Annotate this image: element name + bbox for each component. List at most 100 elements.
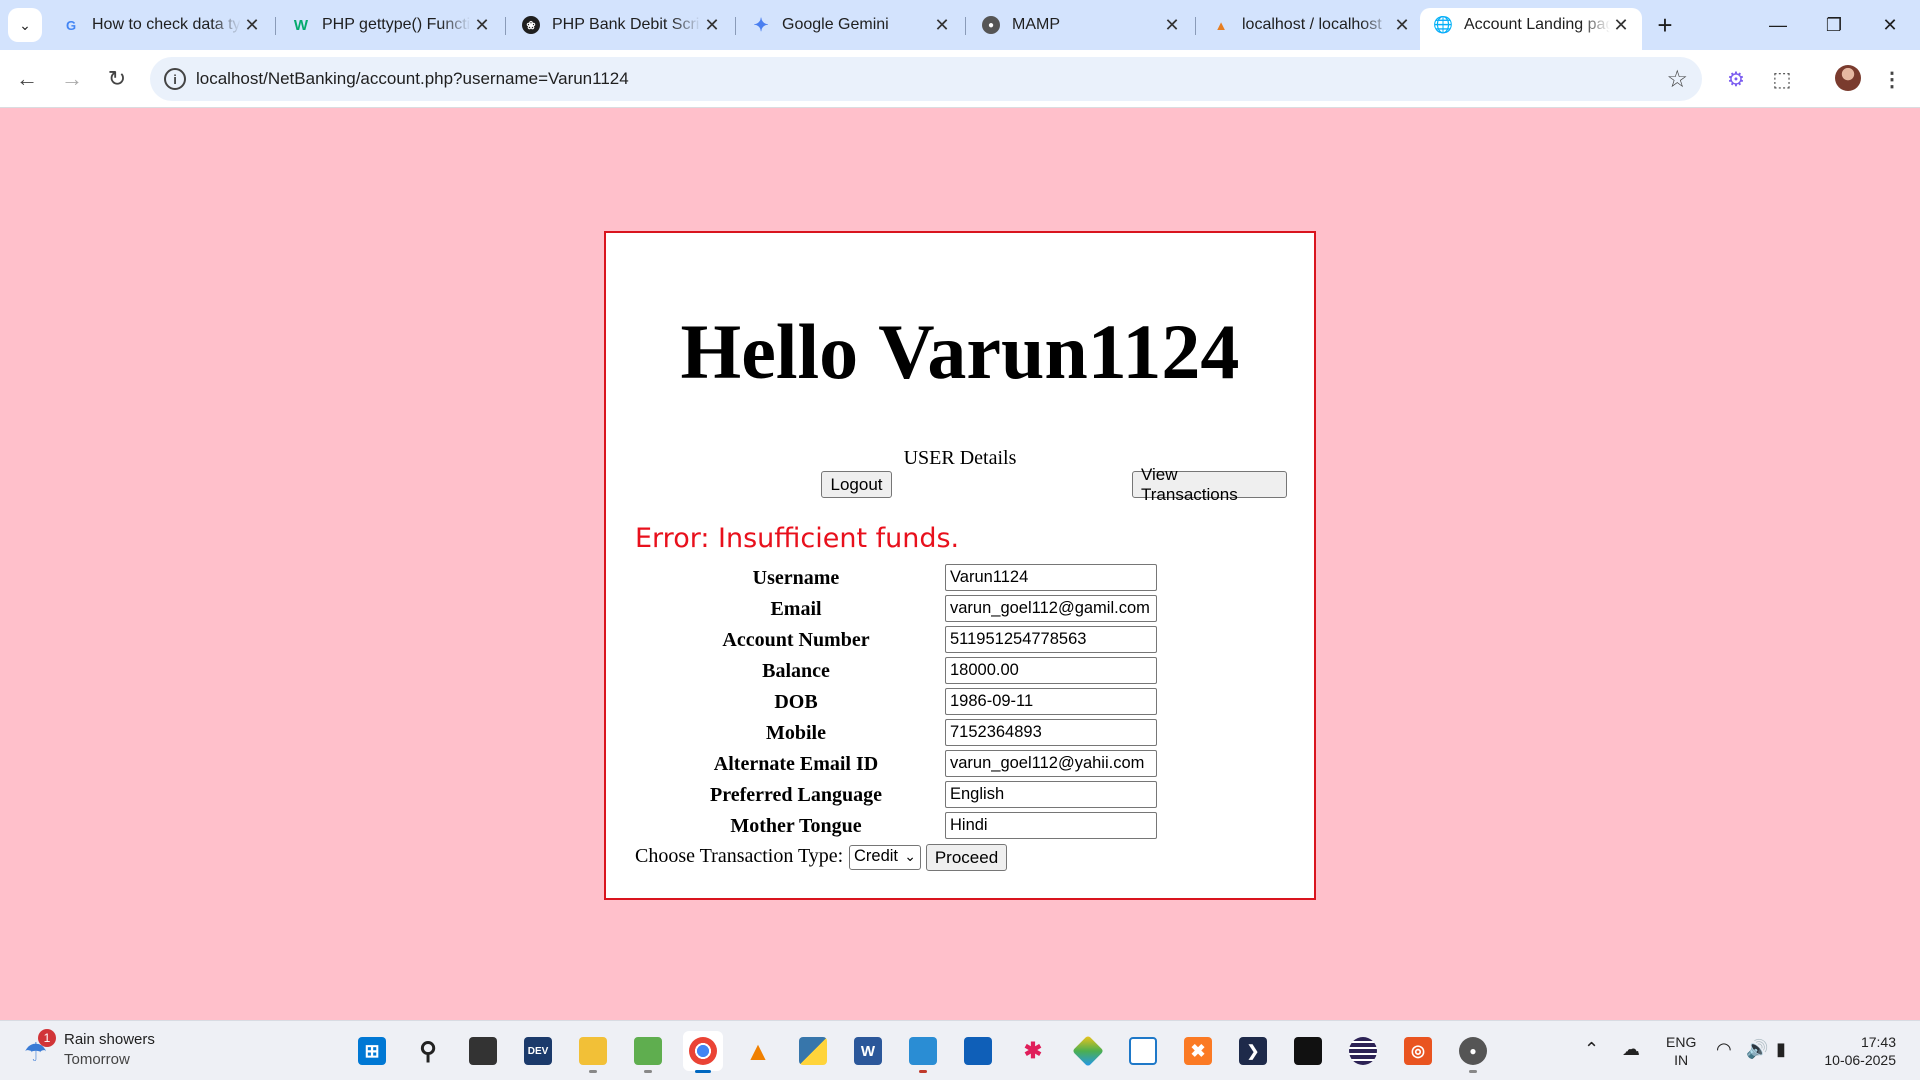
search-button[interactable]: ⚲ — [408, 1031, 448, 1071]
field-label: Mother Tongue — [730, 815, 862, 837]
onedrive-cloud-icon[interactable]: ☁ — [1622, 1039, 1640, 1060]
taskbar-store[interactable] — [958, 1031, 998, 1071]
taskbar-chrome[interactable] — [683, 1031, 723, 1073]
close-tab-icon[interactable]: ✕ — [701, 15, 723, 36]
tab-5[interactable]: ▲ localhost / localhost ✕ — [1198, 8, 1423, 42]
tab-4[interactable]: ● MAMP ✕ — [968, 8, 1193, 42]
taskbar-xampp[interactable]: ✖ — [1178, 1031, 1218, 1071]
task-view-button[interactable] — [463, 1031, 503, 1071]
back-button[interactable]: ← — [9, 61, 45, 97]
minimize-button[interactable]: — — [1750, 8, 1806, 42]
w3-icon: W — [293, 16, 309, 34]
slack-icon: ✱ — [1023, 1038, 1043, 1063]
chevron-down-icon: ⌄ — [904, 848, 916, 864]
taskbar-file-explorer[interactable] — [573, 1031, 613, 1073]
taskbar-mamp[interactable]: ● — [1453, 1031, 1493, 1073]
mobile-field[interactable]: 7152364893 — [945, 719, 1157, 746]
mother-tongue-field[interactable]: Hindi — [945, 812, 1157, 839]
terminal-icon — [1294, 1037, 1322, 1065]
windows-icon: ⊞ — [358, 1037, 386, 1065]
url-text[interactable]: localhost/NetBanking/account.php?usernam… — [196, 69, 629, 89]
mamp-icon: ● — [982, 16, 1000, 34]
tab-0[interactable]: G How to check data ty ✕ — [48, 8, 273, 42]
volume-icon[interactable]: 🔊 — [1746, 1039, 1768, 1060]
forward-button[interactable]: → — [54, 61, 90, 97]
powershell-icon: ❯ — [1239, 1037, 1267, 1065]
site-info-icon[interactable]: i — [164, 68, 186, 90]
chrome-icon — [689, 1037, 717, 1065]
field-row-alternate-email: Alternate Email ID varun_goel112@yahii.c… — [606, 749, 1314, 780]
extensions-puzzle-icon[interactable]: ⬚ — [1768, 65, 1796, 93]
close-tab-icon[interactable]: ✕ — [931, 15, 953, 36]
restore-icon: ❐ — [1825, 14, 1843, 35]
taskbar-ubuntu[interactable]: ◎ — [1398, 1031, 1438, 1071]
wifi-icon[interactable]: ◠ — [1716, 1039, 1732, 1060]
close-tab-icon[interactable]: ✕ — [1161, 15, 1183, 36]
bookmark-star-icon[interactable]: ☆ — [1666, 65, 1688, 94]
proceed-button[interactable]: Proceed — [926, 844, 1007, 871]
reload-button[interactable]: ↻ — [99, 61, 135, 97]
taskbar-notepad[interactable] — [903, 1031, 943, 1073]
transaction-type-label: Choose Transaction Type: — [635, 845, 844, 867]
more-menu-icon[interactable]: ⋮ — [1878, 65, 1906, 93]
tab-3[interactable]: ✦ Google Gemini ✕ — [738, 8, 963, 42]
account-number-field[interactable]: 511951254778563 — [945, 626, 1157, 653]
language-indicator[interactable]: ENG IN — [1666, 1033, 1696, 1069]
logout-button[interactable]: Logout — [821, 471, 892, 498]
tab-divider — [965, 17, 966, 35]
taskbar-word[interactable]: W — [848, 1031, 888, 1071]
arrow-left-icon: ← — [16, 66, 38, 91]
extension-gear-icon[interactable]: ⚙ — [1722, 65, 1750, 93]
show-hidden-icons-chevron-up-icon[interactable]: ⌃ — [1584, 1039, 1599, 1060]
field-label: Alternate Email ID — [713, 753, 879, 775]
error-message: Error: Insufficient funds. — [635, 523, 960, 554]
restore-button[interactable]: ❐ — [1806, 8, 1862, 42]
taskbar-terminal[interactable] — [1288, 1031, 1328, 1071]
taskbar-vlc[interactable]: ▲ — [738, 1031, 778, 1071]
taskbar-powershell[interactable]: ❯ — [1233, 1031, 1273, 1071]
taskbar-eclipse[interactable] — [1343, 1031, 1383, 1071]
tab-strip: ⌄ G How to check data ty ✕ W PHP gettype… — [0, 0, 1920, 50]
page-title: Hello Varun1124 — [606, 307, 1314, 397]
clock-date: 10-06-2025 — [1824, 1052, 1896, 1068]
taskbar-python[interactable] — [793, 1031, 833, 1071]
notification-badge: 1 — [38, 1029, 56, 1047]
python-icon — [799, 1037, 827, 1065]
battery-icon[interactable]: ▮ — [1776, 1039, 1786, 1060]
taskbar: ☂ 1 Rain showers Tomorrow ⊞ ⚲ DEV ▲ W ✱ — [0, 1020, 1920, 1080]
tab-6-active[interactable]: 🌐 Account Landing pag ✕ — [1420, 8, 1642, 50]
taskbar-photos[interactable] — [628, 1031, 668, 1073]
alternate-email-field[interactable]: varun_goel112@yahii.com — [945, 750, 1157, 777]
chevron-down-icon: ⌄ — [19, 16, 31, 33]
taskbar-git-app[interactable] — [1068, 1031, 1108, 1071]
close-tab-icon[interactable]: ✕ — [241, 15, 263, 36]
close-tab-icon[interactable]: ✕ — [1610, 15, 1632, 36]
taskbar-slack[interactable]: ✱ — [1013, 1031, 1053, 1071]
taskbar-devhome[interactable]: DEV — [518, 1031, 558, 1071]
new-tab-button[interactable]: + — [1650, 10, 1680, 40]
balance-field[interactable]: 18000.00 — [945, 657, 1157, 684]
plus-icon: + — [1657, 9, 1673, 40]
tab-divider — [735, 17, 736, 35]
preferred-language-field[interactable]: English — [945, 781, 1157, 808]
address-bar[interactable]: i localhost/NetBanking/account.php?usern… — [150, 57, 1702, 101]
transaction-type-select[interactable]: Credit ⌄ — [849, 845, 921, 870]
field-label: DOB — [774, 691, 818, 713]
profile-avatar[interactable] — [1835, 65, 1861, 91]
tab-search-button[interactable]: ⌄ — [8, 8, 42, 42]
dev-icon: DEV — [524, 1037, 552, 1065]
tab-1[interactable]: W PHP gettype() Functi ✕ — [278, 8, 503, 42]
view-transactions-button[interactable]: View Transactions — [1132, 465, 1287, 504]
dob-field[interactable]: 1986-09-11 — [945, 688, 1157, 715]
close-icon: ✕ — [1882, 14, 1898, 35]
close-tab-icon[interactable]: ✕ — [1391, 15, 1413, 36]
username-field[interactable]: Varun1124 — [945, 564, 1157, 591]
window-icon — [1129, 1037, 1157, 1065]
close-window-button[interactable]: ✕ — [1862, 8, 1918, 42]
taskbar-window-app[interactable] — [1123, 1031, 1163, 1071]
close-tab-icon[interactable]: ✕ — [471, 15, 493, 36]
tab-2[interactable]: ❀ PHP Bank Debit Scrip ✕ — [508, 8, 733, 42]
email-field[interactable]: varun_goel112@gamil.com — [945, 595, 1157, 622]
start-button[interactable]: ⊞ — [352, 1031, 392, 1071]
system-clock[interactable]: 17:43 10-06-2025 — [1824, 1033, 1896, 1069]
